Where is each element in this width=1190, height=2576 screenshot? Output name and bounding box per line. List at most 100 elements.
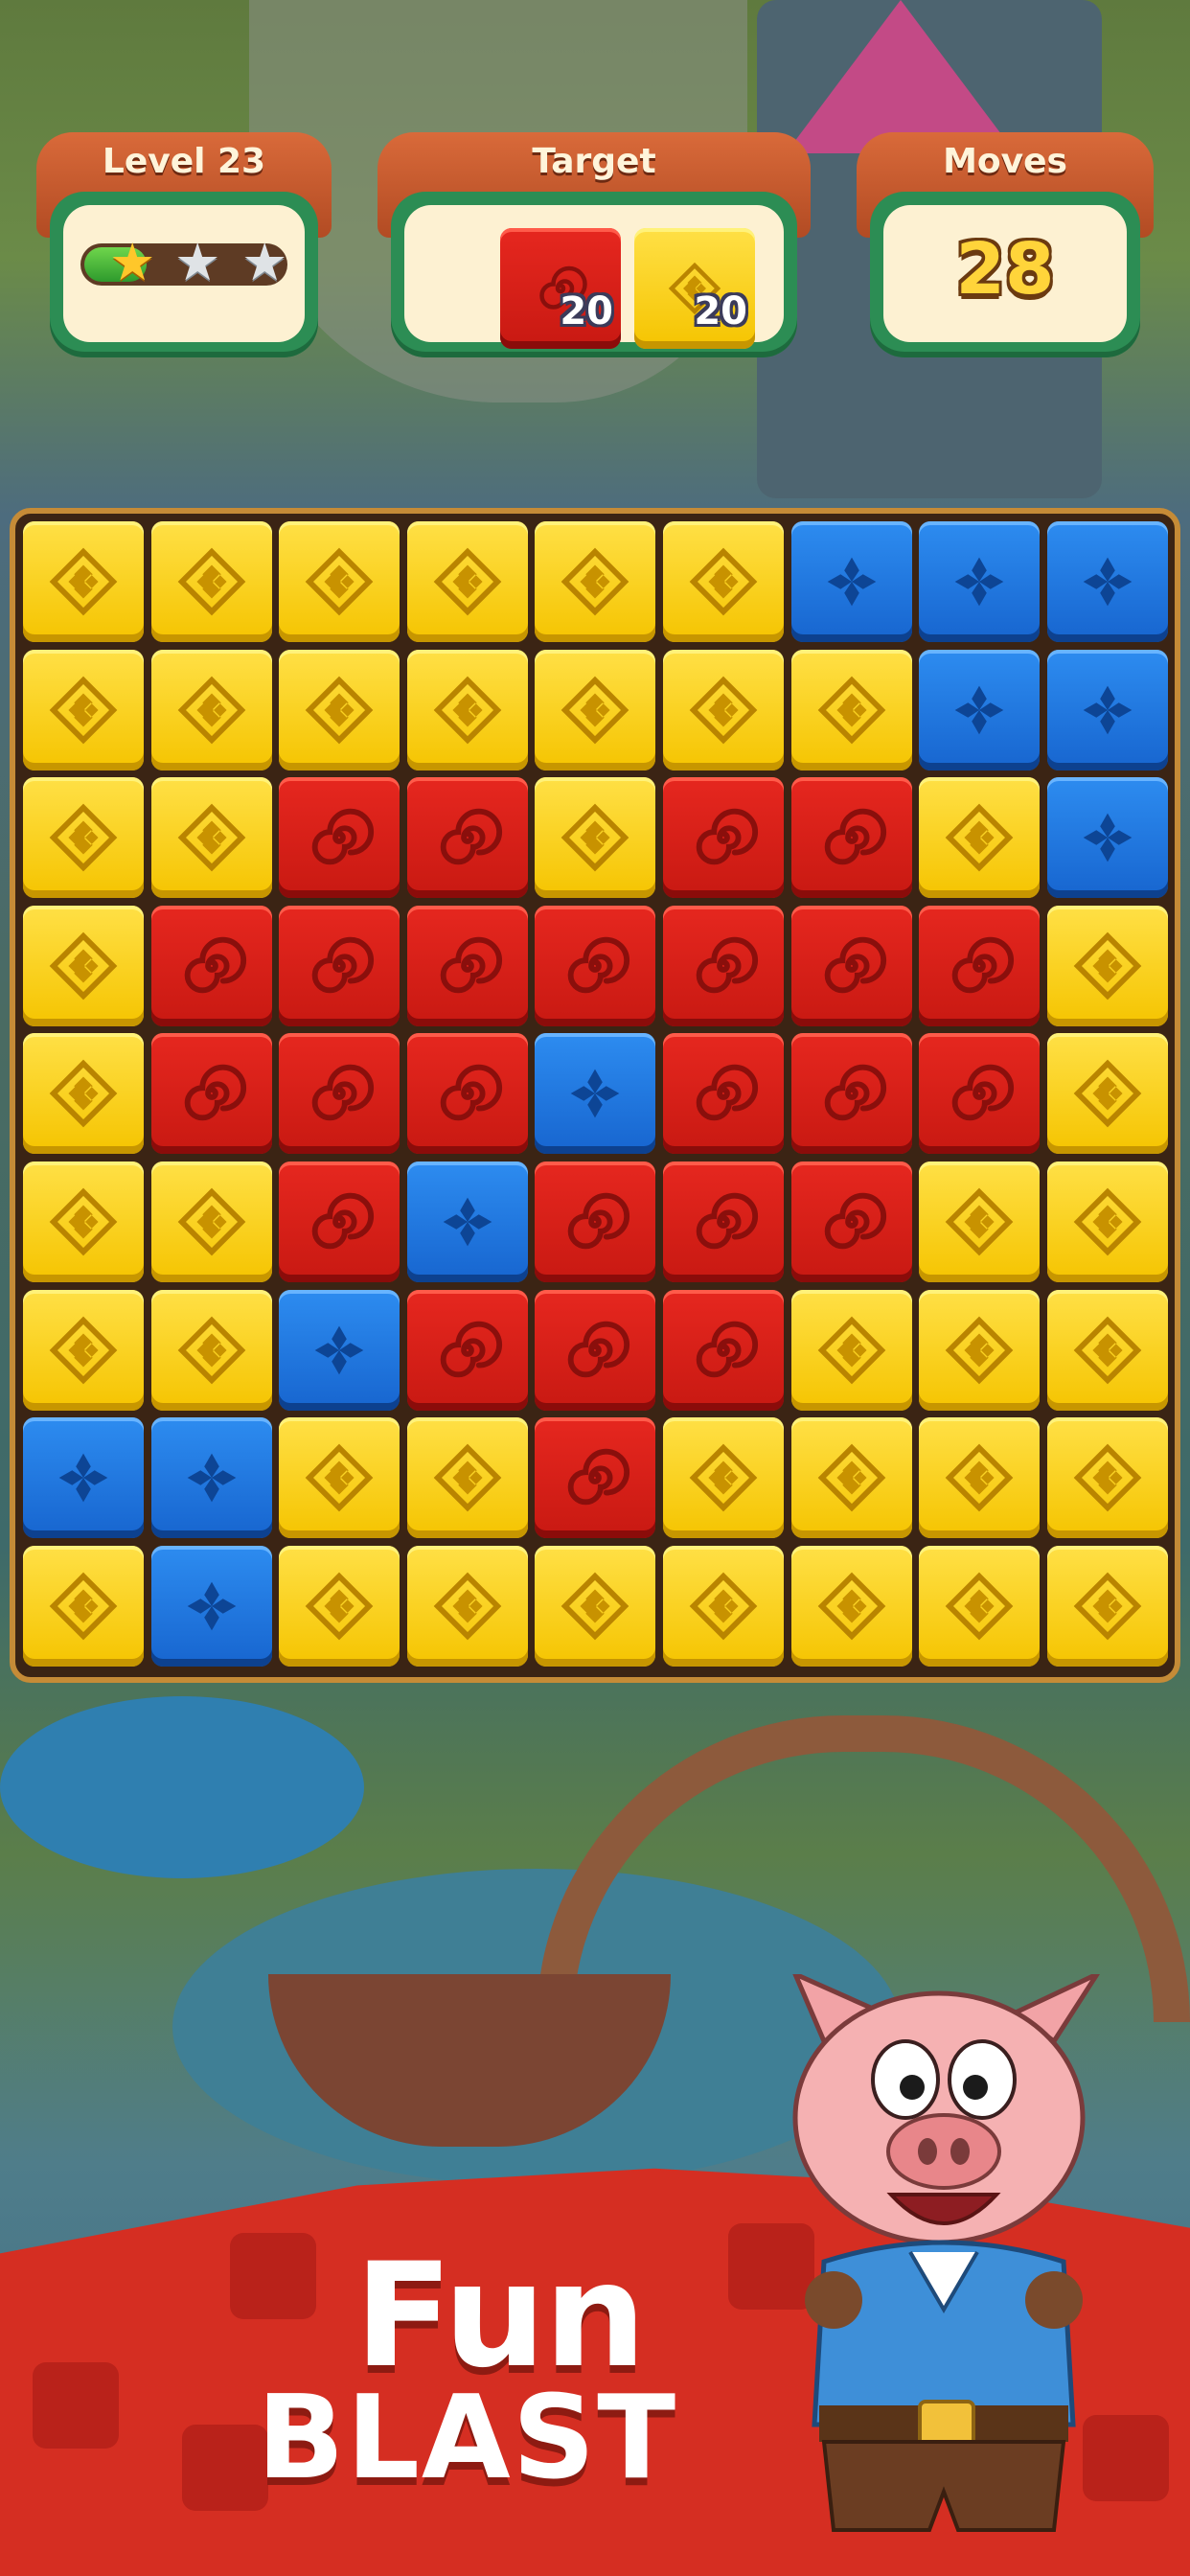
- yellow-block[interactable]: [23, 906, 144, 1026]
- red-block[interactable]: [663, 1162, 784, 1282]
- yellow-block[interactable]: [791, 1546, 912, 1667]
- diamond-icon: [1047, 906, 1168, 1026]
- yellow-block[interactable]: [23, 1033, 144, 1154]
- blue-block[interactable]: [919, 521, 1040, 642]
- blue-block[interactable]: [1047, 777, 1168, 898]
- diamond-icon: [919, 1162, 1040, 1282]
- blue-block[interactable]: [151, 1417, 272, 1538]
- red-block[interactable]: [535, 1417, 655, 1538]
- yellow-block[interactable]: [407, 650, 528, 770]
- yellow-block[interactable]: [151, 521, 272, 642]
- red-block[interactable]: [535, 906, 655, 1026]
- red-block[interactable]: [279, 1033, 400, 1154]
- star-icon: ★: [241, 232, 288, 292]
- yellow-block[interactable]: [535, 521, 655, 642]
- red-block[interactable]: [663, 777, 784, 898]
- yellow-block[interactable]: [151, 1162, 272, 1282]
- diamond-icon: [23, 1290, 144, 1411]
- blue-block[interactable]: [919, 650, 1040, 770]
- red-block[interactable]: [407, 1290, 528, 1411]
- level-label: Level 23: [102, 142, 266, 181]
- flower-icon: [791, 521, 912, 642]
- yellow-block[interactable]: [791, 1290, 912, 1411]
- red-block[interactable]: [791, 1033, 912, 1154]
- red-block[interactable]: [151, 1033, 272, 1154]
- blue-block[interactable]: [1047, 521, 1168, 642]
- diamond-icon: [407, 650, 528, 770]
- yellow-block[interactable]: [23, 1546, 144, 1667]
- red-block[interactable]: [791, 1162, 912, 1282]
- yellow-block[interactable]: [1047, 1033, 1168, 1154]
- yellow-block[interactable]: [407, 521, 528, 642]
- red-block[interactable]: [407, 1033, 528, 1154]
- yellow-block[interactable]: [23, 521, 144, 642]
- red-block[interactable]: [407, 906, 528, 1026]
- yellow-block[interactable]: [23, 777, 144, 898]
- yellow-block[interactable]: [1047, 1417, 1168, 1538]
- yellow-block[interactable]: [407, 1546, 528, 1667]
- red-block[interactable]: [663, 1033, 784, 1154]
- red-block[interactable]: [791, 906, 912, 1026]
- yellow-block[interactable]: [407, 1417, 528, 1538]
- spiral-icon: [919, 1033, 1040, 1154]
- yellow-block[interactable]: [791, 650, 912, 770]
- yellow-block[interactable]: [791, 1417, 912, 1538]
- yellow-block[interactable]: [919, 777, 1040, 898]
- flower-icon: [1047, 650, 1168, 770]
- yellow-block[interactable]: [1047, 1546, 1168, 1667]
- yellow-block[interactable]: [535, 1546, 655, 1667]
- yellow-block[interactable]: [1047, 906, 1168, 1026]
- yellow-block[interactable]: [23, 650, 144, 770]
- yellow-block[interactable]: [535, 777, 655, 898]
- yellow-block[interactable]: [151, 777, 272, 898]
- yellow-block[interactable]: [1047, 1162, 1168, 1282]
- yellow-block[interactable]: [151, 650, 272, 770]
- red-block[interactable]: [663, 906, 784, 1026]
- yellow-block[interactable]: [279, 650, 400, 770]
- red-block[interactable]: [279, 906, 400, 1026]
- red-block[interactable]: [279, 1162, 400, 1282]
- red-block[interactable]: [919, 1033, 1040, 1154]
- yellow-block[interactable]: [1047, 1290, 1168, 1411]
- moves-label: Moves: [943, 142, 1067, 181]
- yellow-block[interactable]: [663, 1417, 784, 1538]
- yellow-block[interactable]: [919, 1290, 1040, 1411]
- yellow-block[interactable]: [279, 1546, 400, 1667]
- red-block[interactable]: [279, 777, 400, 898]
- yellow-block[interactable]: [919, 1546, 1040, 1667]
- yellow-block[interactable]: [151, 1290, 272, 1411]
- red-block[interactable]: [919, 906, 1040, 1026]
- blue-block[interactable]: [407, 1162, 528, 1282]
- yellow-block[interactable]: [23, 1290, 144, 1411]
- yellow-block[interactable]: [535, 650, 655, 770]
- red-block[interactable]: [535, 1162, 655, 1282]
- red-block[interactable]: [663, 1290, 784, 1411]
- yellow-block[interactable]: [663, 521, 784, 642]
- diamond-icon: [535, 777, 655, 898]
- diamond-icon: [279, 1417, 400, 1538]
- banner-title-blast: BLAST: [257, 2372, 678, 2505]
- yellow-block[interactable]: [663, 1546, 784, 1667]
- red-block[interactable]: [791, 777, 912, 898]
- yellow-block[interactable]: [919, 1162, 1040, 1282]
- spiral-icon: [535, 1290, 655, 1411]
- blue-block[interactable]: [151, 1546, 272, 1667]
- spiral-icon: [535, 1417, 655, 1538]
- red-block[interactable]: [407, 777, 528, 898]
- yellow-block[interactable]: [23, 1162, 144, 1282]
- blue-block[interactable]: [1047, 650, 1168, 770]
- red-block[interactable]: [151, 906, 272, 1026]
- yellow-block[interactable]: [663, 650, 784, 770]
- red-block[interactable]: [535, 1290, 655, 1411]
- blue-block[interactable]: [791, 521, 912, 642]
- blue-block[interactable]: [535, 1033, 655, 1154]
- blue-block[interactable]: [279, 1290, 400, 1411]
- blue-block[interactable]: [23, 1417, 144, 1538]
- flower-icon: [1047, 521, 1168, 642]
- spiral-icon: [407, 1033, 528, 1154]
- yellow-block[interactable]: [279, 521, 400, 642]
- flower-icon: [919, 650, 1040, 770]
- yellow-block[interactable]: [919, 1417, 1040, 1538]
- yellow-block[interactable]: [279, 1417, 400, 1538]
- spiral-icon: [279, 906, 400, 1026]
